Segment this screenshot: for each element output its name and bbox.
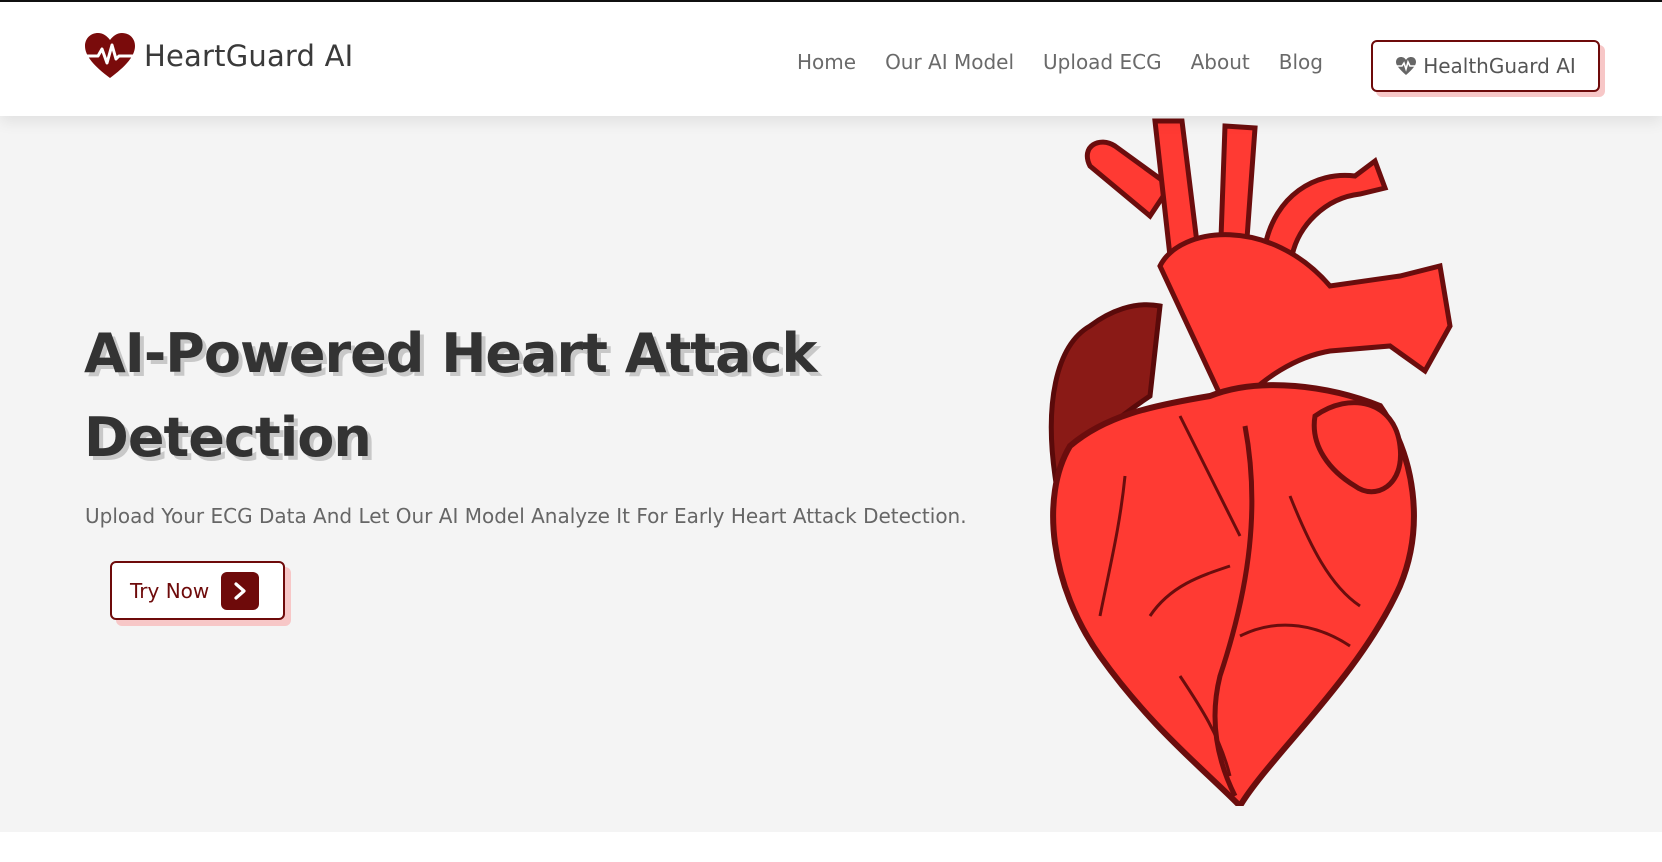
nav-link-about[interactable]: About [1191, 50, 1250, 74]
try-now-button[interactable]: Try Now [110, 561, 285, 620]
hero-title-line2: Detection [84, 406, 372, 469]
healthguard-button-label: HealthGuard AI [1423, 54, 1576, 78]
hero-section: AI-Powered Heart Attack Detection Upload… [0, 116, 1662, 832]
heart-pulse-icon [85, 33, 135, 78]
try-now-label: Try Now [130, 578, 210, 603]
nav-link-home[interactable]: Home [797, 50, 856, 74]
nav-link-blog[interactable]: Blog [1279, 50, 1323, 74]
hero-title: AI-Powered Heart Attack Detection [84, 312, 964, 480]
hero-subtitle: Upload Your ECG Data And Let Our AI Mode… [85, 504, 967, 528]
chevron-right-icon [221, 571, 260, 610]
heart-pulse-icon [1396, 57, 1417, 75]
brand[interactable]: HeartGuard AI [84, 32, 353, 80]
brand-name: HeartGuard AI [144, 39, 354, 73]
navbar: HeartGuard AI Home Our AI Model Upload E… [0, 2, 1662, 116]
nav-link-upload-ecg[interactable]: Upload ECG [1043, 50, 1162, 74]
healthguard-button[interactable]: HealthGuard AI [1371, 40, 1600, 92]
anatomical-heart-image [1048, 118, 1453, 806]
nav-links: Home Our AI Model Upload ECG About Blog [797, 50, 1352, 74]
nav-link-ai-model[interactable]: Our AI Model [885, 50, 1014, 74]
hero-title-line1: AI-Powered Heart Attack [84, 322, 817, 385]
